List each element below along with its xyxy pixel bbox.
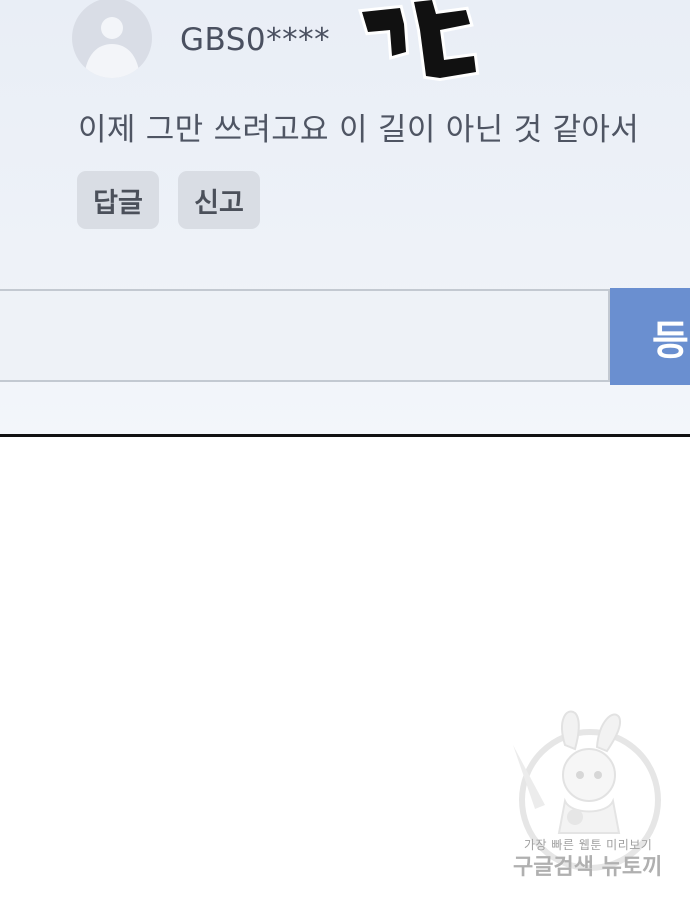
comment-panel: GBS0**** 이제 그만 쓰려고요 이 길이 아닌 것 같아서 답글 신고 … (0, 0, 690, 435)
submit-button[interactable]: 등록 (610, 288, 690, 385)
brush-stroke-art (358, 0, 480, 82)
report-button[interactable]: 신고 (178, 171, 260, 229)
watermark-brand: 구글검색 뉴토끼 (513, 855, 663, 880)
comment-input[interactable] (0, 289, 610, 382)
user-silhouette-icon (84, 17, 140, 78)
reply-button[interactable]: 답글 (77, 171, 159, 229)
comment-username: GBS0**** (180, 22, 331, 58)
panel-divider (0, 434, 690, 437)
avatar (72, 0, 152, 78)
comment-text: 이제 그만 쓰려고요 이 길이 아닌 것 같아서 (78, 112, 640, 148)
